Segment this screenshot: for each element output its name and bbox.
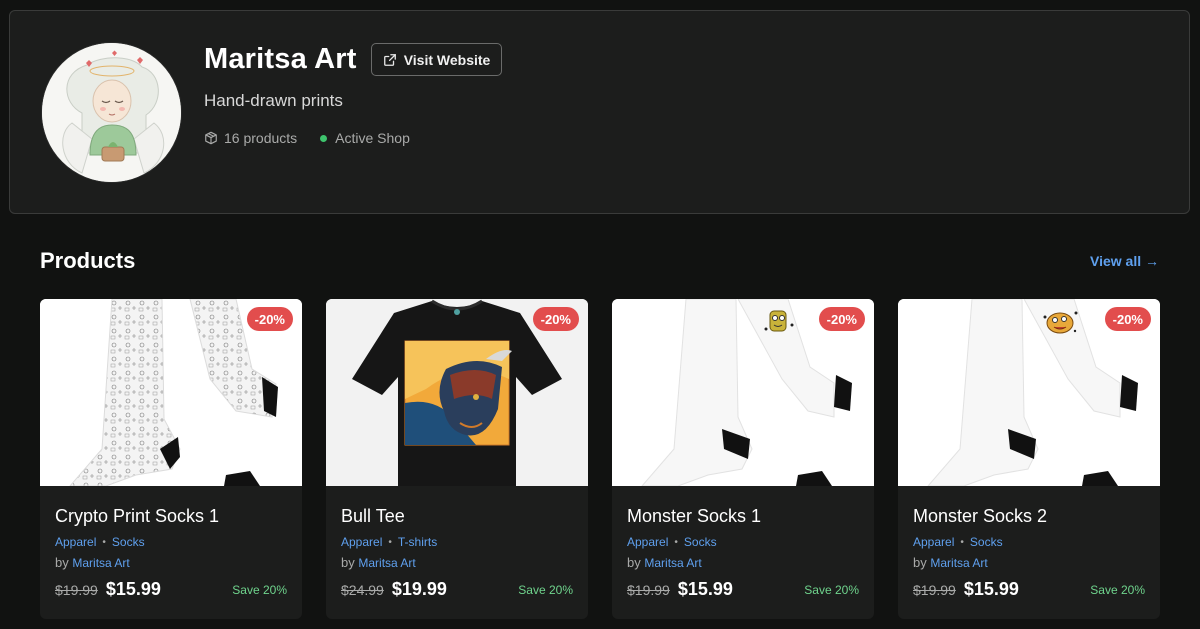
separator-dot: •	[388, 536, 392, 548]
category-link[interactable]: Apparel	[55, 535, 96, 549]
shop-header-card: Maritsa Art Visit Website Hand-drawn pri…	[9, 10, 1190, 214]
external-link-icon	[383, 53, 396, 66]
product-card[interactable]: -20% Crypto Print Socks 1 Apparel • Sock…	[40, 299, 302, 619]
status-dot-icon	[320, 134, 328, 142]
original-price: $24.99	[341, 581, 384, 598]
discount-badge: -20%	[1104, 307, 1151, 331]
vendor-link[interactable]: Maritsa Art	[72, 556, 129, 570]
sale-price: $15.99	[963, 579, 1019, 599]
sale-price: $15.99	[105, 579, 161, 599]
box-icon	[205, 131, 217, 145]
product-image[interactable]: -20%	[40, 299, 302, 486]
product-title[interactable]: Crypto Print Socks 1	[55, 506, 287, 527]
subcategory-link[interactable]: Socks	[112, 535, 145, 549]
visit-website-label: Visit Website	[403, 51, 491, 68]
by-text: by	[341, 555, 355, 570]
vendor-link[interactable]: Maritsa Art	[930, 556, 987, 570]
product-categories: Apparel • Socks	[913, 535, 1145, 549]
by-text: by	[913, 555, 927, 570]
sale-price: $19.99	[391, 579, 447, 599]
product-vendor: by Maritsa Art	[55, 555, 287, 570]
product-vendor: by Maritsa Art	[341, 555, 573, 570]
product-image[interactable]: -20%	[898, 299, 1160, 486]
save-label: Save 20%	[232, 582, 287, 597]
vendor-link[interactable]: Maritsa Art	[644, 556, 701, 570]
product-categories: Apparel • T-shirts	[341, 535, 573, 549]
product-image[interactable]: -20%	[326, 299, 588, 486]
save-label: Save 20%	[804, 582, 859, 597]
shop-name: Maritsa Art	[204, 43, 357, 75]
original-price: $19.99	[913, 581, 956, 598]
product-count-text: 16 products	[224, 130, 298, 146]
product-count: 16 products	[204, 130, 297, 146]
products-heading: Products	[40, 248, 136, 273]
price-row: $19.99 $15.99 Save 20%	[913, 579, 1145, 600]
category-link[interactable]: Apparel	[913, 535, 954, 549]
shop-status-text: Active Shop	[335, 130, 410, 146]
original-price: $19.99	[55, 581, 98, 598]
product-title[interactable]: Bull Tee	[341, 506, 573, 527]
product-card[interactable]: -20% Monster Socks 2 Apparel • Socks by …	[898, 299, 1160, 619]
price-row: $24.99 $19.99 Save 20%	[341, 579, 573, 600]
vendor-link[interactable]: Maritsa Art	[358, 556, 415, 570]
original-price: $19.99	[627, 581, 670, 598]
discount-badge: -20%	[532, 307, 579, 331]
save-label: Save 20%	[1090, 582, 1145, 597]
product-image[interactable]: -20%	[612, 299, 874, 486]
product-categories: Apparel • Socks	[627, 535, 859, 549]
save-label: Save 20%	[518, 582, 573, 597]
view-all-link[interactable]: View all →	[1090, 253, 1159, 269]
discount-badge: -20%	[818, 307, 865, 331]
category-link[interactable]: Apparel	[341, 535, 382, 549]
shop-status: Active Shop	[320, 130, 410, 146]
product-vendor: by Maritsa Art	[913, 555, 1145, 570]
product-card[interactable]: -20% Bull Tee Apparel • T-shirts by Mari…	[326, 299, 588, 619]
price-row: $19.99 $15.99 Save 20%	[627, 579, 859, 600]
product-categories: Apparel • Socks	[55, 535, 287, 549]
product-vendor: by Maritsa Art	[627, 555, 859, 570]
shop-tagline: Hand-drawn prints	[204, 91, 343, 110]
by-text: by	[627, 555, 641, 570]
discount-badge: -20%	[246, 307, 293, 331]
by-text: by	[55, 555, 69, 570]
price-row: $19.99 $15.99 Save 20%	[55, 579, 287, 600]
separator-dot: •	[960, 536, 964, 548]
subcategory-link[interactable]: T-shirts	[398, 535, 437, 549]
shop-meta: 16 products Active Shop	[204, 130, 410, 146]
sale-price: $15.99	[677, 579, 733, 599]
shop-avatar[interactable]	[41, 42, 182, 183]
product-title[interactable]: Monster Socks 2	[913, 506, 1145, 527]
subcategory-link[interactable]: Socks	[970, 535, 1003, 549]
product-card[interactable]: -20% Monster Socks 1 Apparel • Socks by …	[612, 299, 874, 619]
subcategory-link[interactable]: Socks	[684, 535, 717, 549]
visit-website-button[interactable]: Visit Website	[371, 43, 502, 76]
separator-dot: •	[102, 536, 106, 548]
category-link[interactable]: Apparel	[627, 535, 668, 549]
product-title[interactable]: Monster Socks 1	[627, 506, 859, 527]
separator-dot: •	[674, 536, 678, 548]
product-grid: -20% Crypto Print Socks 1 Apparel • Sock…	[40, 299, 1160, 619]
